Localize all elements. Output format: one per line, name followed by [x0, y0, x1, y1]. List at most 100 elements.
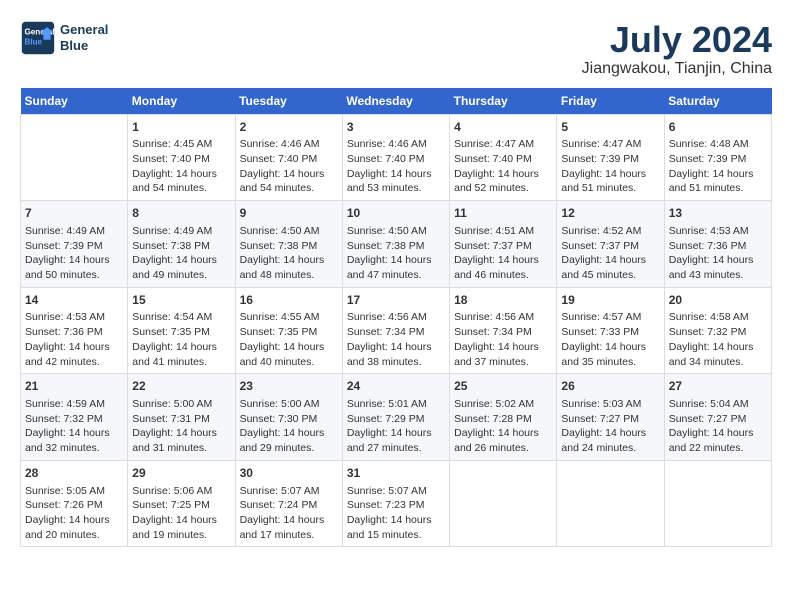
day-info: Sunrise: 4:54 AM Sunset: 7:35 PM Dayligh…: [132, 310, 230, 369]
subtitle: Jiangwakou, Tianjin, China: [582, 60, 772, 78]
day-number: 17: [347, 292, 445, 309]
day-cell: 2Sunrise: 4:46 AM Sunset: 7:40 PM Daylig…: [235, 114, 342, 201]
day-info: Sunrise: 4:45 AM Sunset: 7:40 PM Dayligh…: [132, 137, 230, 196]
day-number: 9: [240, 205, 338, 222]
day-number: 6: [669, 119, 767, 136]
day-number: 12: [561, 205, 659, 222]
day-cell: 7 Sunrise: 4:49 AM Sunset: 7:39 PM Daylig…: [21, 201, 128, 288]
header-saturday: Saturday: [664, 88, 771, 115]
day-number: 7: [25, 205, 123, 222]
day-info: Sunrise: 4:55 AM Sunset: 7:35 PM Dayligh…: [240, 310, 338, 369]
header-monday: Monday: [128, 88, 235, 115]
day-number: 14: [25, 292, 123, 309]
day-info: Sunrise: 4:49 AM Sunset: 7:39 PM Dayligh…: [25, 224, 123, 283]
day-cell: 8 Sunrise: 4:49 AM Sunset: 7:38 PM Daylig…: [128, 201, 235, 288]
week-row-5: 28 Sunrise: 5:05 AM Sunset: 7:26 PM Dayli…: [21, 460, 772, 547]
day-cell: 29Sunrise: 5:06 AM Sunset: 7:25 PM Dayli…: [128, 460, 235, 547]
day-info: Sunrise: 4:57 AM Sunset: 7:33 PM Dayligh…: [561, 310, 659, 369]
logo-line2: Blue: [60, 38, 108, 54]
day-number: 24: [347, 378, 445, 395]
day-cell: [664, 460, 771, 547]
day-cell: 9 Sunrise: 4:50 AM Sunset: 7:38 PM Daylig…: [235, 201, 342, 288]
day-number: 31: [347, 465, 445, 482]
day-number: 16: [240, 292, 338, 309]
day-info: Sunrise: 4:51 AM Sunset: 7:37 PM Dayligh…: [454, 224, 552, 283]
day-number: 23: [240, 378, 338, 395]
day-number: 22: [132, 378, 230, 395]
day-info: Sunrise: 4:56 AM Sunset: 7:34 PM Dayligh…: [347, 310, 445, 369]
day-number: 1: [132, 119, 230, 136]
day-number: 15: [132, 292, 230, 309]
day-number: 2: [240, 119, 338, 136]
logo-text: General Blue: [60, 22, 108, 53]
svg-text:Blue: Blue: [25, 37, 43, 46]
day-info: Sunrise: 4:47 AM Sunset: 7:39 PM Dayligh…: [561, 137, 659, 196]
day-number: 25: [454, 378, 552, 395]
day-info: Sunrise: 4:50 AM Sunset: 7:38 PM Dayligh…: [240, 224, 338, 283]
day-cell: 18Sunrise: 4:56 AM Sunset: 7:34 PM Dayli…: [450, 287, 557, 374]
day-info: Sunrise: 5:01 AM Sunset: 7:29 PM Dayligh…: [347, 397, 445, 456]
day-number: 4: [454, 119, 552, 136]
day-cell: 22 Sunrise: 5:00 AM Sunset: 7:31 PM Dayli…: [128, 374, 235, 461]
day-number: 26: [561, 378, 659, 395]
day-number: 27: [669, 378, 767, 395]
day-cell: 21Sunrise: 4:59 AM Sunset: 7:32 PM Dayli…: [21, 374, 128, 461]
day-number: 10: [347, 205, 445, 222]
header-thursday: Thursday: [450, 88, 557, 115]
day-cell: 3Sunrise: 4:46 AM Sunset: 7:40 PM Daylig…: [342, 114, 449, 201]
day-cell: 28 Sunrise: 5:05 AM Sunset: 7:26 PM Dayli…: [21, 460, 128, 547]
day-info: Sunrise: 4:53 AM Sunset: 7:36 PM Dayligh…: [25, 310, 123, 369]
day-info: Sunrise: 4:49 AM Sunset: 7:38 PM Dayligh…: [132, 224, 230, 283]
header-tuesday: Tuesday: [235, 88, 342, 115]
logo-icon: General Blue: [20, 20, 56, 56]
day-cell: [450, 460, 557, 547]
day-number: 28: [25, 465, 123, 482]
day-info: Sunrise: 4:47 AM Sunset: 7:40 PM Dayligh…: [454, 137, 552, 196]
day-cell: 25 Sunrise: 5:02 AM Sunset: 7:28 PM Dayli…: [450, 374, 557, 461]
day-cell: 16Sunrise: 4:55 AM Sunset: 7:35 PM Dayli…: [235, 287, 342, 374]
day-cell: [557, 460, 664, 547]
day-info: Sunrise: 4:46 AM Sunset: 7:40 PM Dayligh…: [240, 137, 338, 196]
week-row-3: 14Sunrise: 4:53 AM Sunset: 7:36 PM Dayli…: [21, 287, 772, 374]
week-row-4: 21Sunrise: 4:59 AM Sunset: 7:32 PM Dayli…: [21, 374, 772, 461]
logo: General Blue General Blue: [20, 20, 108, 56]
day-cell: 13Sunrise: 4:53 AM Sunset: 7:36 PM Dayli…: [664, 201, 771, 288]
day-cell: 15Sunrise: 4:54 AM Sunset: 7:35 PM Dayli…: [128, 287, 235, 374]
day-cell: 23 Sunrise: 5:00 AM Sunset: 7:30 PM Dayli…: [235, 374, 342, 461]
day-info: Sunrise: 5:02 AM Sunset: 7:28 PM Dayligh…: [454, 397, 552, 456]
day-number: 20: [669, 292, 767, 309]
day-cell: 6Sunrise: 4:48 AM Sunset: 7:39 PM Daylig…: [664, 114, 771, 201]
day-number: 5: [561, 119, 659, 136]
logo-line1: General: [60, 22, 108, 38]
day-cell: 14Sunrise: 4:53 AM Sunset: 7:36 PM Dayli…: [21, 287, 128, 374]
day-number: 3: [347, 119, 445, 136]
day-info: Sunrise: 5:00 AM Sunset: 7:30 PM Dayligh…: [240, 397, 338, 456]
day-cell: 19Sunrise: 4:57 AM Sunset: 7:33 PM Dayli…: [557, 287, 664, 374]
day-cell: 30Sunrise: 5:07 AM Sunset: 7:24 PM Dayli…: [235, 460, 342, 547]
day-info: Sunrise: 5:05 AM Sunset: 7:26 PM Dayligh…: [25, 484, 123, 543]
day-info: Sunrise: 5:03 AM Sunset: 7:27 PM Dayligh…: [561, 397, 659, 456]
main-title: July 2024: [582, 20, 772, 60]
day-cell: [21, 114, 128, 201]
header-row: SundayMondayTuesdayWednesdayThursdayFrid…: [21, 88, 772, 115]
day-number: 19: [561, 292, 659, 309]
day-number: 8: [132, 205, 230, 222]
day-info: Sunrise: 4:58 AM Sunset: 7:32 PM Dayligh…: [669, 310, 767, 369]
day-info: Sunrise: 4:53 AM Sunset: 7:36 PM Dayligh…: [669, 224, 767, 283]
day-info: Sunrise: 4:56 AM Sunset: 7:34 PM Dayligh…: [454, 310, 552, 369]
day-cell: 10Sunrise: 4:50 AM Sunset: 7:38 PM Dayli…: [342, 201, 449, 288]
day-info: Sunrise: 5:00 AM Sunset: 7:31 PM Dayligh…: [132, 397, 230, 456]
title-area: July 2024 Jiangwakou, Tianjin, China: [582, 20, 772, 78]
day-cell: 17Sunrise: 4:56 AM Sunset: 7:34 PM Dayli…: [342, 287, 449, 374]
day-number: 18: [454, 292, 552, 309]
day-cell: 20Sunrise: 4:58 AM Sunset: 7:32 PM Dayli…: [664, 287, 771, 374]
day-info: Sunrise: 5:07 AM Sunset: 7:23 PM Dayligh…: [347, 484, 445, 543]
day-info: Sunrise: 4:52 AM Sunset: 7:37 PM Dayligh…: [561, 224, 659, 283]
day-cell: 11Sunrise: 4:51 AM Sunset: 7:37 PM Dayli…: [450, 201, 557, 288]
day-info: Sunrise: 4:48 AM Sunset: 7:39 PM Dayligh…: [669, 137, 767, 196]
week-row-1: 1Sunrise: 4:45 AM Sunset: 7:40 PM Daylig…: [21, 114, 772, 201]
day-cell: 27Sunrise: 5:04 AM Sunset: 7:27 PM Dayli…: [664, 374, 771, 461]
day-info: Sunrise: 5:07 AM Sunset: 7:24 PM Dayligh…: [240, 484, 338, 543]
day-info: Sunrise: 5:06 AM Sunset: 7:25 PM Dayligh…: [132, 484, 230, 543]
day-info: Sunrise: 4:59 AM Sunset: 7:32 PM Dayligh…: [25, 397, 123, 456]
